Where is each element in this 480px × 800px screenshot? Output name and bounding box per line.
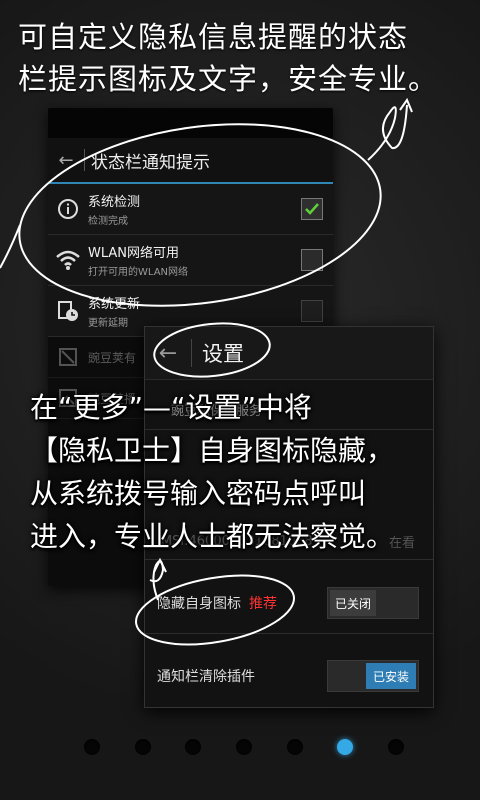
hide-icon-label-text: 隐藏自身图标 (157, 596, 241, 612)
header-divider (191, 339, 192, 367)
update-icon (48, 300, 88, 322)
setting-item-title: 系统检测 (88, 195, 141, 210)
page-dot-2[interactable] (134, 739, 151, 755)
setting-item-wlan[interactable]: WLAN网络可用 打开可用的WLAN网络 (48, 235, 333, 286)
setting-item-system-check[interactable]: 系统检测 检测完成 (48, 184, 333, 235)
notif-plugin-toggle-label: 已安装 (366, 663, 416, 689)
back-arrow-icon[interactable]: ← (145, 341, 191, 366)
status-bar (48, 108, 333, 138)
page-dot-1[interactable] (84, 739, 100, 755)
feature-line-1: 在“更多”—“设置”中将 (30, 391, 313, 424)
system-update-checkbox[interactable] (301, 300, 323, 322)
setting-item-subtitle: 打开可用的WLAN网络 (88, 267, 189, 278)
hide-icon-toggle[interactable]: 已关闭 (327, 587, 419, 619)
headline-line-1: 可自定义隐私信息提醒的状态 (18, 20, 409, 54)
headline-line-2: 栏提示图标及文字，安全专业。 (18, 62, 439, 96)
recommend-tag: 推荐 (249, 596, 277, 612)
page-dot-6-active[interactable] (337, 739, 354, 755)
feature-description: 在“更多”—“设置”中将 【隐私卫士】自身图标隐藏， 从系统拨号输入密码点呼叫 … (30, 386, 470, 558)
settings-header: ← 设置 (145, 327, 433, 380)
feature-line-3: 从系统拨号输入密码点呼叫 (30, 477, 367, 510)
page-indicator (84, 737, 404, 757)
wlan-checkbox[interactable] (301, 249, 323, 271)
feature-line-2: 【隐私卫士】自身图标隐藏， (30, 434, 395, 467)
notif-plugin-toggle[interactable]: 已安装 (327, 660, 419, 692)
feature-line-4: 进入，专业人士都无法察觉。 (30, 520, 395, 553)
notification-settings-header: ← 状态栏通知提示 (48, 138, 333, 184)
notification-settings-title: 状态栏通知提示 (91, 152, 210, 173)
setting-item-title: 系统更新 (88, 297, 141, 312)
headline: 可自定义隐私信息提醒的状态 栏提示图标及文字，安全专业。 (18, 16, 470, 100)
wandoujia-icon (48, 347, 88, 367)
hide-icon-row[interactable]: 隐藏自身图标 推荐 已关闭 (145, 573, 433, 634)
page-dot-5[interactable] (286, 739, 303, 755)
wifi-icon (48, 249, 88, 271)
page-dot-4[interactable] (235, 739, 252, 755)
notif-plugin-row[interactable]: 通知栏清除插件 已安装 (145, 645, 433, 707)
back-arrow-icon[interactable]: ← (48, 150, 84, 171)
hide-icon-label: 隐藏自身图标 推荐 (157, 593, 327, 613)
checkmark-icon (305, 203, 319, 215)
info-icon (48, 198, 88, 220)
page-dot-3[interactable] (185, 739, 202, 755)
setting-item-title: 豌豆荚有 (88, 350, 137, 365)
page-dot-7[interactable] (387, 739, 404, 755)
notif-plugin-label: 通知栏清除插件 (157, 669, 255, 685)
hide-icon-toggle-label: 已关闭 (330, 590, 376, 616)
system-check-checkbox[interactable] (301, 198, 323, 220)
setting-item-title: WLAN网络可用 (88, 246, 180, 261)
setting-item-subtitle: 检测完成 (88, 216, 128, 227)
header-divider (84, 149, 85, 171)
settings-title: 设置 (202, 342, 244, 366)
